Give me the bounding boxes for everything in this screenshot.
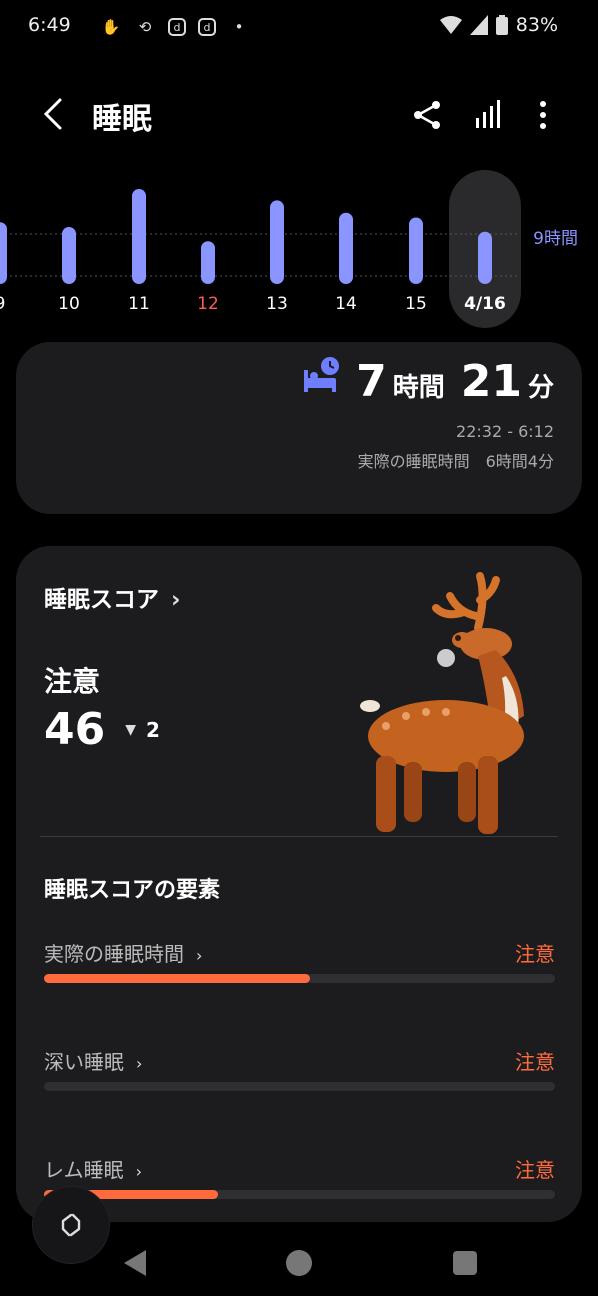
sleep-score-state: 注意 <box>44 665 101 698</box>
duration-minutes-unit: 分 <box>527 373 554 403</box>
share-icon[interactable] <box>410 98 444 132</box>
sleep-chart-svg: 9 10 11 12 13 14 15 4/16 <box>0 170 521 328</box>
sleep-bar-10[interactable] <box>62 227 76 284</box>
factor-rem-sleep[interactable]: レム睡眠 › 注意 <box>44 1154 555 1199</box>
sync-off-icon: ⟲ <box>138 18 152 36</box>
battery-percent: 83% <box>515 14 558 36</box>
sleep-bar-12[interactable] <box>201 241 215 284</box>
d-icon: d <box>168 18 186 36</box>
status-bar: 6:49 ✋ ⟲ d d • 83% <box>0 0 598 56</box>
deer-illustration <box>360 572 524 834</box>
duration-hours: 7 <box>356 356 387 407</box>
sleep-score-card: 睡眠スコア › 注意 46 ▼ 2 睡眠スコアの要素 実際の睡眠時間 › 注意 <box>16 546 582 1222</box>
sleep-score-title: 睡眠スコア <box>44 587 159 613</box>
chevron-right-icon: › <box>135 1162 143 1181</box>
reference-line-label: 9時間 <box>533 229 578 249</box>
status-left-icons: ✋ ⟲ d d • <box>100 16 250 38</box>
day-label: 15 <box>405 294 427 314</box>
page-title: 睡眠 <box>92 102 152 137</box>
day-label: 4/16 <box>464 294 506 314</box>
day-label: 10 <box>58 294 80 314</box>
chevron-right-icon: › <box>196 946 203 965</box>
sleep-bar-13[interactable] <box>270 200 284 284</box>
factor-status: 注意 <box>515 942 555 966</box>
sleep-bar-14[interactable] <box>339 212 353 284</box>
factor-label: 実際の睡眠時間 <box>44 942 184 966</box>
chevron-right-icon: › <box>171 587 181 613</box>
factor-progress-fill <box>44 974 310 983</box>
more-icon[interactable] <box>526 98 560 132</box>
day-label: 9 <box>0 294 5 314</box>
signal-icon <box>469 15 488 35</box>
navigation-bar <box>0 1230 598 1296</box>
sleep-score-delta: 2 <box>146 717 160 742</box>
day-label: 13 <box>266 294 288 314</box>
actual-sleep-time: 実際の睡眠時間 6時間4分 <box>357 452 554 471</box>
d-icon: d <box>198 18 216 36</box>
day-label: 11 <box>128 294 150 314</box>
sleep-score-link[interactable]: 睡眠スコア › <box>44 580 180 614</box>
sleep-bar-15[interactable] <box>409 217 423 285</box>
factor-status: 注意 <box>515 1050 555 1074</box>
sleep-bar-9[interactable] <box>0 222 7 284</box>
nav-home-icon[interactable] <box>284 1248 314 1278</box>
status-right-icons: 83% <box>439 14 558 36</box>
dot-icon: • <box>234 18 244 36</box>
factor-progress-track <box>44 1190 555 1199</box>
bed-clock-icon <box>304 357 339 392</box>
factor-progress-track <box>44 974 555 983</box>
day-label: 12 <box>197 294 219 314</box>
sleep-bar-11[interactable] <box>132 189 146 284</box>
app-bar: 睡眠 <box>0 80 598 150</box>
wifi-icon <box>439 16 462 34</box>
sleep-duration-card[interactable]: 7 時間 21 分 22:32 - 6:12 実際の睡眠時間 6時間4分 <box>16 342 582 514</box>
chart-icon[interactable] <box>470 98 504 132</box>
sleep-bar-4-16[interactable] <box>478 231 492 284</box>
factor-progress-track <box>44 1082 555 1091</box>
sleep-time-range: 22:32 - 6:12 <box>456 422 554 441</box>
duration-hours-unit: 時間 <box>392 373 445 403</box>
triangle-down-icon: ▼ <box>125 721 137 738</box>
nav-recents-icon[interactable] <box>450 1248 480 1278</box>
chevron-right-icon: › <box>136 1054 143 1073</box>
nav-back-icon[interactable] <box>120 1248 150 1278</box>
factor-label: 深い睡眠 <box>44 1050 124 1074</box>
back-icon[interactable] <box>38 96 68 132</box>
sleep-duration: 7 時間 21 分 <box>356 356 554 407</box>
factor-actual-sleep[interactable]: 実際の睡眠時間 › 注意 <box>44 938 555 983</box>
battery-icon <box>495 15 508 35</box>
factor-status: 注意 <box>515 1158 555 1182</box>
divider <box>40 836 558 837</box>
status-time: 6:49 <box>28 14 71 36</box>
factor-label: レム睡眠 <box>44 1158 124 1182</box>
day-label: 14 <box>335 294 357 314</box>
sleep-chart[interactable]: 9 10 11 12 13 14 15 4/16 9時間 <box>0 160 598 330</box>
hand-icon: ✋ <box>101 18 121 36</box>
score-factors-title: 睡眠スコアの要素 <box>44 878 221 903</box>
factor-deep-sleep[interactable]: 深い睡眠 › 注意 <box>44 1046 555 1091</box>
sleep-score-value: 46 <box>44 704 106 755</box>
sleep-score: 46 ▼ 2 <box>44 704 160 755</box>
duration-minutes: 21 <box>460 356 522 407</box>
